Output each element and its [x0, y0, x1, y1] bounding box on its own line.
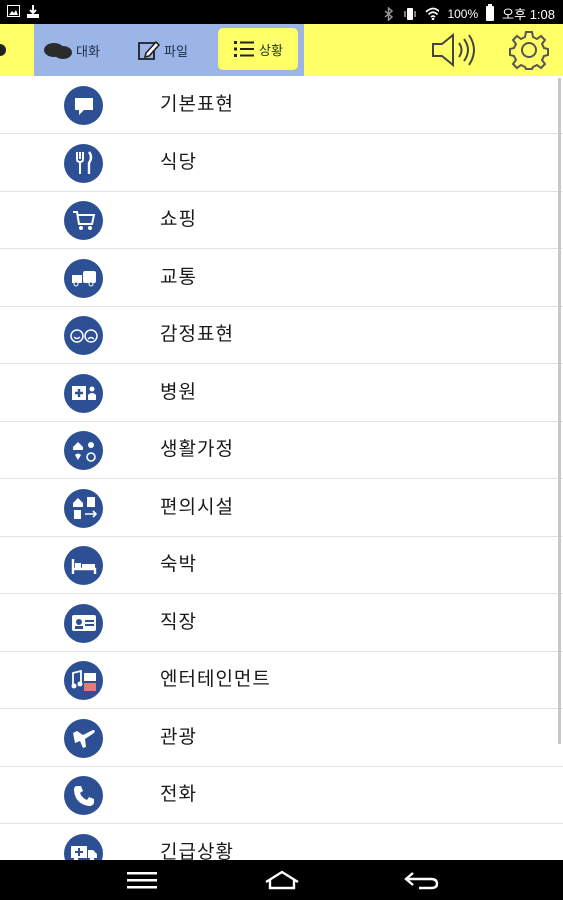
chat-bubbles-icon [44, 41, 72, 59]
list-item-label: 감정표현 [160, 323, 234, 345]
plane-icon [64, 718, 103, 758]
list-item-label: 관광 [160, 725, 197, 748]
list-item[interactable]: 전화 [0, 766, 563, 824]
list-item-label: 식당 [160, 150, 197, 173]
tab-talk[interactable]: 대화 [44, 24, 144, 76]
mode-tabs: 대화 파일 상황 [34, 24, 304, 76]
drawer-handle-icon[interactable] [0, 44, 6, 56]
hospital-icon [64, 373, 103, 413]
shopping-cart-icon [64, 201, 103, 240]
list-item-label: 교통 [160, 265, 197, 288]
image-notification-icon [6, 4, 20, 18]
list-item-label: 전화 [160, 783, 197, 805]
clock: 오후 1:08 [502, 7, 555, 22]
menu-icon [127, 872, 157, 889]
list-item-label: 숙박 [160, 553, 197, 575]
list-item[interactable]: 기본표현 [0, 76, 563, 134]
scrollbar[interactable] [558, 78, 561, 744]
speaker-icon[interactable] [431, 33, 477, 67]
entertainment-icon [64, 661, 103, 700]
list-item[interactable]: 감정표현 [0, 306, 563, 364]
fork-knife-icon [64, 143, 103, 183]
list-item[interactable]: 관광 [0, 709, 563, 767]
tab-situation-label: 상황 [259, 43, 283, 59]
tab-talk-label: 대화 [76, 44, 100, 60]
back-button[interactable] [396, 866, 446, 894]
bed-icon [64, 546, 103, 585]
wifi-icon [425, 7, 440, 21]
bluetooth-icon [381, 6, 395, 21]
top-toolbar: 대화 파일 상황 [0, 24, 563, 76]
list-item[interactable]: 긴급상황 [0, 824, 563, 861]
vehicle-icon [64, 258, 103, 298]
home-life-icon [64, 431, 103, 470]
facilities-icon [64, 488, 103, 528]
tab-situation[interactable]: 상황 [218, 28, 298, 70]
list-item[interactable]: 쇼핑 [0, 191, 563, 249]
list-item-label: 쇼핑 [160, 208, 197, 230]
back-icon [404, 872, 439, 890]
home-icon [265, 870, 299, 890]
list-item-label: 기본표현 [160, 93, 234, 115]
faces-icon [64, 316, 103, 355]
edit-icon [138, 40, 160, 60]
list-item[interactable]: 직장 [0, 594, 563, 652]
list-item[interactable]: 편의시설 [0, 479, 563, 537]
list-item[interactable]: 병원 [0, 364, 563, 422]
vibrate-icon [403, 7, 417, 21]
menu-button[interactable] [117, 866, 167, 894]
list-item[interactable]: 숙박 [0, 536, 563, 594]
emergency-truck-icon [64, 833, 103, 860]
situation-category-list: 기본표현식당쇼핑교통감정표현병원생활가정편의시설숙박직장엔터테인먼트관광전화긴급… [0, 76, 563, 860]
system-navigation-bar [0, 860, 563, 900]
settings-gear-icon[interactable] [509, 30, 549, 70]
battery-percent: 100% [447, 6, 479, 21]
home-button[interactable] [257, 866, 307, 894]
phone-icon [64, 776, 103, 815]
status-bar: 100% 오후 1:08 [0, 0, 563, 24]
list-item[interactable]: 생활가정 [0, 421, 563, 479]
list-item-label: 병원 [160, 380, 197, 403]
tab-file-label: 파일 [164, 44, 188, 60]
list-item-label: 편의시설 [160, 495, 234, 518]
battery-icon [486, 4, 495, 21]
download-notification-icon [26, 4, 40, 18]
list-item-label: 긴급상황 [160, 840, 234, 861]
list-item[interactable]: 교통 [0, 249, 563, 307]
list-item[interactable]: 엔터테인먼트 [0, 651, 563, 709]
list-item[interactable]: 식당 [0, 134, 563, 192]
list-item-label: 엔터테인먼트 [160, 668, 271, 690]
list-item-label: 생활가정 [160, 438, 234, 460]
list-item-label: 직장 [160, 610, 197, 633]
speech-bubble-icon [64, 86, 103, 125]
id-card-icon [64, 603, 103, 643]
list-icon [234, 41, 255, 57]
